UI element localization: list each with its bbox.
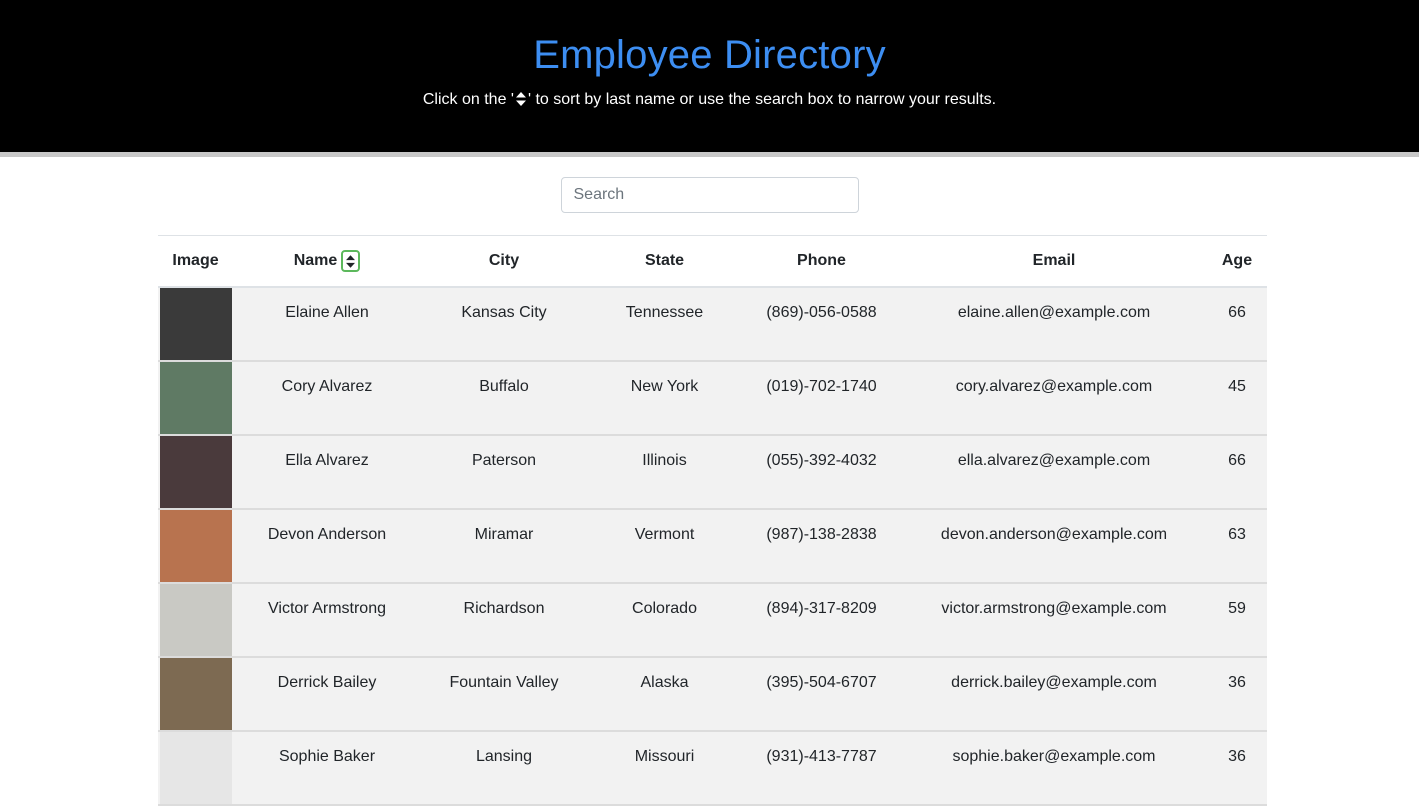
state-cell: Vermont [587, 509, 742, 584]
phone-cell: (987)-138-2838 [742, 509, 901, 584]
state-cell: Colorado [587, 583, 742, 658]
table-row: Elaine Allen Kansas City Tennessee (869)-05… [158, 287, 1267, 362]
email-cell: sophie.baker@example.com [901, 731, 1207, 806]
age-cell: 63 [1207, 509, 1267, 584]
avatar [160, 362, 232, 434]
avatar [160, 584, 232, 656]
city-cell: Lansing [421, 731, 587, 806]
sort-icon [515, 92, 526, 106]
avatar [160, 510, 232, 582]
age-cell: 66 [1207, 435, 1267, 510]
column-header-name: Name [233, 235, 421, 288]
table-row: Derrick Bailey Fountain Valley Alaska (395)… [158, 657, 1267, 732]
avatar [160, 288, 232, 360]
age-cell: 59 [1207, 583, 1267, 658]
column-header-state: State [587, 235, 742, 288]
phone-cell: (894)-317-8209 [742, 583, 901, 658]
instructions-text-after: ' to sort by last name or use the search… [527, 91, 997, 108]
image-cell [158, 361, 233, 436]
name-cell: Cory Alvarez [233, 361, 421, 436]
age-cell: 66 [1207, 287, 1267, 362]
image-cell [158, 435, 233, 510]
column-header-phone: Phone [742, 235, 901, 288]
column-header-email: Email [901, 235, 1207, 288]
instructions-text-before: Click on the ' [422, 91, 514, 108]
age-cell: 36 [1207, 657, 1267, 732]
image-cell [158, 583, 233, 658]
image-cell [158, 509, 233, 584]
city-cell: Paterson [421, 435, 587, 510]
city-cell: Buffalo [421, 361, 587, 436]
name-cell: Devon Anderson [233, 509, 421, 584]
sort-icon [346, 254, 356, 268]
state-cell: Illinois [587, 435, 742, 510]
email-cell: victor.armstrong@example.com [901, 583, 1207, 658]
table-row: Ella Alvarez Paterson Illinois (055)-392-40… [158, 435, 1267, 510]
email-cell: devon.anderson@example.com [901, 509, 1207, 584]
name-cell: Derrick Bailey [233, 657, 421, 732]
table-row: Devon Anderson Miramar Vermont (987)-138-28… [158, 509, 1267, 584]
email-cell: elaine.allen@example.com [901, 287, 1207, 362]
search-area [0, 157, 1419, 235]
email-cell: derrick.bailey@example.com [901, 657, 1207, 732]
sort-by-name-button[interactable] [341, 250, 361, 272]
table-row: Cory Alvarez Buffalo New York (019)-702-174… [158, 361, 1267, 436]
city-cell: Fountain Valley [421, 657, 587, 732]
image-cell [158, 657, 233, 732]
state-cell: New York [587, 361, 742, 436]
table-row: Victor Armstrong Richardson Colorado (894)-… [158, 583, 1267, 658]
city-cell: Richardson [421, 583, 587, 658]
avatar [160, 658, 232, 730]
search-input[interactable] [560, 177, 859, 213]
avatar [160, 436, 232, 508]
phone-cell: (019)-702-1740 [742, 361, 901, 436]
phone-cell: (869)-056-0588 [742, 287, 901, 362]
table-body: Elaine Allen Kansas City Tennessee (869)-05… [158, 287, 1267, 806]
name-cell: Ella Alvarez [233, 435, 421, 510]
email-cell: ella.alvarez@example.com [901, 435, 1207, 510]
column-header-age: Age [1207, 235, 1267, 288]
table-row: Sophie Baker Lansing Missouri (931)-413-778… [158, 731, 1267, 806]
name-cell: Victor Armstrong [233, 583, 421, 658]
column-header-name-label: Name [293, 252, 338, 270]
avatar [160, 732, 232, 804]
image-cell [158, 287, 233, 362]
age-cell: 36 [1207, 731, 1267, 806]
state-cell: Missouri [587, 731, 742, 806]
name-cell: Sophie Baker [233, 731, 421, 806]
page-title: Employee Directory [533, 33, 886, 77]
column-header-image: Image [158, 235, 233, 288]
city-cell: Miramar [421, 509, 587, 584]
phone-cell: (055)-392-4032 [742, 435, 901, 510]
instructions-text: Click on the ' ' to sort by last name or … [0, 90, 1419, 110]
email-cell: cory.alvarez@example.com [901, 361, 1207, 436]
city-cell: Kansas City [421, 287, 587, 362]
table-header-row: Image Name City State Phone Email Age [158, 235, 1267, 288]
phone-cell: (395)-504-6707 [742, 657, 901, 732]
state-cell: Tennessee [587, 287, 742, 362]
employee-table: Image Name City State Phone Email Age El… [158, 235, 1267, 806]
name-cell: Elaine Allen [233, 287, 421, 362]
phone-cell: (931)-413-7787 [742, 731, 901, 806]
age-cell: 45 [1207, 361, 1267, 436]
image-cell [158, 731, 233, 806]
state-cell: Alaska [587, 657, 742, 732]
page-header: Employee Directory Click on the ' ' to so… [0, 0, 1419, 157]
column-header-city: City [421, 235, 587, 288]
